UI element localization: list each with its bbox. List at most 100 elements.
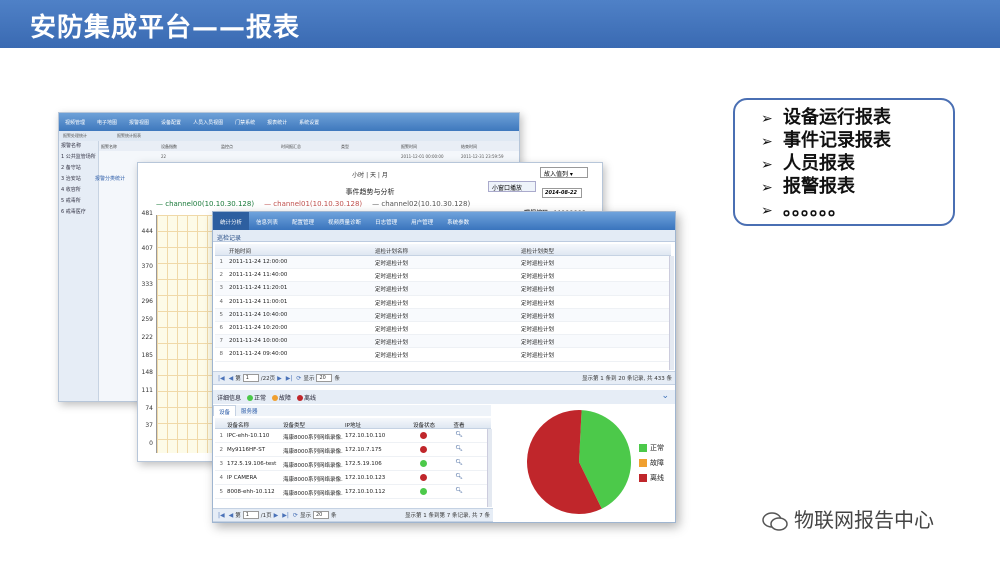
sidebar-item[interactable]: 报警名称	[59, 141, 98, 152]
device-scrollbar[interactable]	[487, 429, 492, 507]
win1-menu-item[interactable]: 报警视图	[123, 113, 155, 131]
column-header[interactable]: 报警时间	[399, 141, 459, 151]
table-row[interactable]: 2 2011-11-24 11:40:00 定时巡检计划 定时巡检计划	[215, 269, 671, 283]
column-header[interactable]: IP地址	[343, 418, 403, 428]
tab-logs[interactable]: 日志管理	[368, 212, 404, 230]
table-row[interactable]: 1 2011-11-24 12:00:00 定时巡检计划 定时巡检计划	[215, 256, 671, 270]
magnifier-icon[interactable]: 🔍︎	[445, 457, 473, 470]
table-cell: 5	[219, 311, 224, 318]
collapse-icon[interactable]: ⌄	[661, 391, 669, 401]
magnifier-icon[interactable]: 🔍︎	[445, 443, 473, 456]
y-tick-label: 259	[141, 316, 153, 324]
table-row[interactable]: 6 2011-11-24 10:20:00 定时巡检计划 定时巡检计划	[215, 322, 671, 336]
page-input[interactable]: 1	[242, 374, 259, 382]
next-page-icon[interactable]: ▶	[277, 375, 282, 382]
bullet-text: 人员报表	[783, 153, 855, 174]
win1-menu-item[interactable]: 视频管理	[59, 113, 91, 131]
tab-devices[interactable]: 设备	[213, 405, 237, 416]
first-page-icon[interactable]: |◀	[218, 375, 225, 382]
last-page-icon[interactable]: ▶|	[282, 512, 289, 519]
device-row[interactable]: 4 IP CAMERA 海康8000系列网络录像... 172.10.10.123 🔍︎	[215, 471, 491, 485]
tab-users[interactable]: 用户管理	[404, 212, 440, 230]
table-cell: 2011-11-24 10:40:00	[229, 311, 288, 318]
page-size-label: 显示	[299, 513, 311, 519]
win1-menu-item[interactable]: 设备配置	[155, 113, 187, 131]
legend-item: — channel02(10.10.30.128)	[372, 200, 471, 208]
magnifier-icon[interactable]: 🔍︎	[445, 429, 473, 442]
sidebar-item[interactable]: 3 治安站	[59, 174, 98, 185]
page-input[interactable]: 1	[242, 511, 259, 519]
refresh-icon[interactable]: ⟳	[296, 375, 301, 382]
tab-alarm-classification[interactable]: 报警分类统计	[95, 175, 125, 182]
page-size-select[interactable]: 20	[312, 511, 329, 519]
table-cell: 定时巡检计划	[521, 313, 555, 320]
table-row[interactable]: 5 2011-11-24 10:40:00 定时巡检计划 定时巡检计划	[215, 308, 671, 322]
sidebar-item[interactable]: 1 公共监管场所	[59, 152, 98, 163]
value-dropdown[interactable]: 故入值列 ▾	[540, 167, 588, 178]
last-page-icon[interactable]: ▶|	[286, 375, 293, 382]
table-row[interactable]: 4 2011-11-24 11:00:01 定时巡检计划 定时巡检计划	[215, 296, 671, 309]
tab-video-diagnosis[interactable]: 视频质量诊断	[321, 212, 368, 230]
device-row[interactable]: 3 172.5.19.106-test 海康8000系列网络录像... 172.5.1…	[215, 457, 491, 471]
device-row[interactable]: 2 My9116HF-ST 海康8000系列网络录像... 172.10.7.175 🔍…	[215, 443, 491, 457]
first-page-icon[interactable]: |◀	[218, 512, 225, 519]
refresh-icon[interactable]: ⟳	[293, 512, 298, 519]
column-header[interactable]: 时间报汇总	[279, 141, 339, 151]
sidebar-item[interactable]: 2 备守站	[59, 163, 98, 174]
legend-item: — channel01(10.10.30.128)	[264, 200, 363, 208]
win3-menubar: 统计分析 信息列表 配置管理 视频质量诊断 日志管理 用户管理 系统参数	[213, 212, 675, 230]
bullet-text: 设备运行报表	[783, 107, 891, 128]
sidebar-item[interactable]: 5 戒毒所	[59, 196, 98, 207]
win1-menu-item[interactable]: 电子地图	[91, 113, 123, 131]
prev-page-icon[interactable]: ◀	[229, 512, 234, 519]
table-row[interactable]: 7 2011-11-24 10:00:00 定时巡检计划 定时巡检计划	[215, 335, 671, 349]
magnifier-icon[interactable]: 🔍︎	[445, 471, 473, 484]
prev-page-icon[interactable]: ◀	[229, 375, 234, 382]
column-header[interactable]: 查看	[445, 418, 473, 429]
sidebar-item[interactable]: 6 戒毒医疗	[59, 207, 98, 218]
inspection-scrollbar[interactable]	[669, 256, 674, 370]
next-page-icon[interactable]: ▶	[274, 512, 279, 519]
device-row[interactable]: 5 8008-ehh-10.112 海康8000系列网络录像... 172.10.10…	[215, 485, 491, 499]
table-cell: 2011-11-24 09:40:00	[229, 351, 288, 358]
tab-statistics[interactable]: 统计分析	[213, 212, 250, 230]
tab-info-list[interactable]: 信息列表	[249, 212, 285, 230]
magnifier-icon[interactable]: 🔍︎	[445, 485, 473, 498]
column-header[interactable]: 设备名称	[225, 418, 281, 428]
table-cell: 2	[219, 447, 224, 453]
table-cell: 定时巡检计划	[521, 300, 555, 307]
table-row[interactable]: 8 2011-11-24 09:40:00 定时巡检计划 定时巡检计划	[215, 348, 671, 362]
column-header[interactable]: 报警名称	[99, 141, 159, 151]
win1-menu-item[interactable]: 报表统计	[261, 113, 293, 131]
breadcrumb-item[interactable]: 报警统计报表	[117, 133, 141, 139]
tab-system-params[interactable]: 系统参数	[440, 212, 476, 230]
column-header[interactable]: 设备类型	[281, 418, 343, 428]
column-header[interactable]: 巡检计划类型	[517, 244, 671, 255]
report-types-box: ➢ 设备运行报表 ➢ 事件记录报表 ➢ 人员报表 ➢ 报警报表 ➢ 。。。。。。	[733, 98, 955, 226]
column-header[interactable]: 结束时间	[459, 141, 519, 151]
table-cell: 定时巡检计划	[375, 353, 409, 360]
swatch-fault	[639, 458, 647, 467]
tab-servers[interactable]: 服务器	[236, 405, 263, 416]
page-prefix: 第	[235, 513, 241, 519]
win1-menu-item[interactable]: 人员入员视图	[187, 113, 229, 131]
column-header[interactable]: 监控点	[219, 141, 279, 151]
column-header[interactable]: 巡检计划名称	[371, 244, 517, 255]
table-cell: 海康8000系列网络录像...	[283, 449, 343, 455]
page-count: /22页	[260, 376, 276, 382]
column-header[interactable]: 设备指数	[159, 141, 219, 151]
column-header[interactable]: 开始时间	[225, 244, 371, 255]
device-row[interactable]: 1 IPC-ehh-10.110 海康8000系列网络录像... 172.10.10.…	[215, 429, 491, 443]
breadcrumb-item[interactable]: 报警处理统计	[63, 133, 87, 139]
column-header[interactable]: 设备状态	[403, 418, 445, 429]
win1-menu-item[interactable]: 系统设置	[293, 113, 325, 131]
table-row[interactable]: 3 2011-11-24 11:20:01 定时巡检计划 定时巡检计划	[215, 282, 671, 296]
sidebar-item[interactable]: 4 收容所	[59, 185, 98, 196]
table-cell: 定时巡检计划	[375, 313, 409, 320]
win1-menu-item[interactable]: 门禁系统	[229, 113, 261, 131]
page-size-select[interactable]: 20	[316, 374, 333, 382]
table-row[interactable]: 22 2011-12-01 00:00:00 2011-12-31 23:59:…	[99, 151, 519, 161]
tab-config[interactable]: 配置管理	[285, 212, 321, 230]
legend-label: channel02(10.10.30.128)	[381, 200, 471, 208]
column-header[interactable]: 类型	[339, 141, 399, 151]
